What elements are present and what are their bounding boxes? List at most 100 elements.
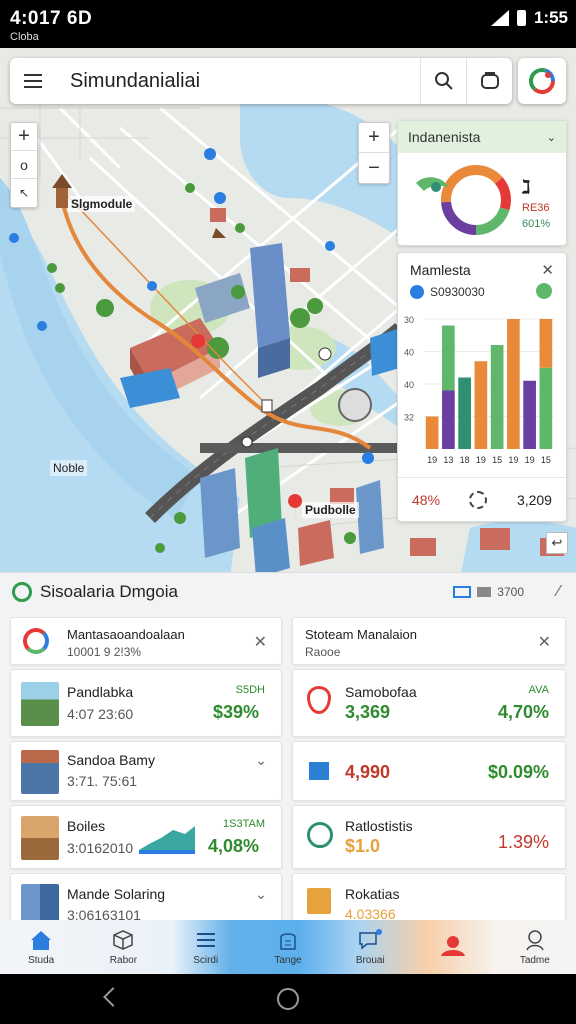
- chevron-down-icon[interactable]: ⌄: [255, 886, 267, 903]
- chevron-down-icon[interactable]: ⌄: [255, 752, 267, 769]
- info-icon: [410, 285, 424, 299]
- status-bar: 4:017 6D Cloba 1:55: [0, 0, 576, 48]
- item-value: 3:06163101: [67, 907, 141, 920]
- list-item[interactable]: Mande Solaring 3:06163101 ⌄: [10, 873, 282, 920]
- grid-icon: [309, 762, 329, 780]
- right-header-card[interactable]: Stoteam Manalaion Raooe ✕: [292, 617, 566, 665]
- nav-label: Brouai: [355, 955, 385, 966]
- bottom-sheet[interactable]: Sisoalaria Dmgoia 3700 ⁄ Mantasaoandoala…: [0, 572, 576, 920]
- menu-button[interactable]: [10, 58, 56, 104]
- nav-item-chat[interactable]: Brouai: [329, 920, 411, 974]
- list-item[interactable]: Boiles 3:0162010 1S3TAM 4,08%: [10, 805, 282, 869]
- item-name: Rokatias: [345, 886, 400, 902]
- chat-icon: [359, 929, 383, 950]
- sparkline-area-icon: [139, 826, 195, 854]
- profile-icon: [526, 930, 544, 951]
- left-header-title: Mantasaoandoalaan: [67, 627, 185, 642]
- chart-bar: [523, 380, 536, 449]
- nav-item-building[interactable]: Tange: [247, 920, 329, 974]
- map-label-point[interactable]: Pudbolle: [302, 502, 359, 518]
- sheet-edit-icon[interactable]: ⁄: [557, 583, 560, 601]
- chart-x-tick: 13: [443, 455, 453, 465]
- nav-item-person[interactable]: [411, 920, 493, 974]
- chart-x-tick: 15: [541, 455, 551, 465]
- chart-bar: [490, 345, 504, 449]
- box-icon: [307, 888, 331, 914]
- item-name: Mande Solaring: [67, 886, 166, 902]
- item-value: 4:07 23:60: [67, 706, 134, 722]
- nav-label: Tange: [274, 955, 302, 966]
- close-icon[interactable]: ✕: [254, 632, 267, 652]
- list-item[interactable]: Pandlabka 4:07 23:60 S5DH $39%: [10, 669, 282, 737]
- item-percent: 1.39%: [497, 832, 549, 852]
- logo-icon: [23, 628, 49, 654]
- list-item[interactable]: 4,990 $0.09%: [292, 741, 566, 801]
- sheet-title: Sisoalaria Dmgoia: [40, 582, 178, 601]
- nav-label: Rabor: [109, 955, 138, 966]
- compass-button[interactable]: ↖: [11, 179, 37, 207]
- map-zoom-controls-right[interactable]: + −: [358, 122, 390, 184]
- item-percent: $39%: [212, 702, 259, 722]
- zoom-in-button-right[interactable]: +: [359, 123, 389, 153]
- search-bar[interactable]: Simundanialiai: [10, 58, 512, 104]
- chart-y-tick: 40: [404, 348, 414, 358]
- list-item[interactable]: Sandoa Bamy 3:71. 75:61 ⌄: [10, 741, 282, 801]
- left-header-sub: 10001 9 2!3%: [67, 645, 142, 659]
- close-icon[interactable]: ✕: [538, 632, 551, 652]
- chart-y-tick: 30: [404, 315, 414, 325]
- close-icon[interactable]: ✕: [541, 261, 554, 279]
- zoom-reset-button[interactable]: o: [11, 151, 37, 179]
- building-icon: [280, 933, 296, 950]
- left-header-card[interactable]: Mantasaoandoalaan 10001 9 2!3% ✕: [10, 617, 282, 665]
- chart-x-tick: 19: [427, 455, 437, 465]
- status-time: 4:017 6D: [10, 8, 93, 29]
- summary-widget[interactable]: Indanenista ⌄ ℷ RE36 601%: [397, 120, 567, 246]
- nav-item-cube[interactable]: Rabor: [82, 920, 164, 974]
- layers-icon: [480, 72, 499, 89]
- nav-item-profile[interactable]: Tadme: [494, 920, 576, 974]
- back-button[interactable]: [103, 987, 123, 1007]
- home-button[interactable]: [277, 988, 299, 1010]
- chart-bar: [474, 361, 488, 449]
- item-name: Sandoa Bamy: [67, 752, 155, 768]
- map-zoom-controls[interactable]: + o ↖: [10, 122, 38, 208]
- chart-x-tick: 18: [460, 455, 470, 465]
- refresh-icon[interactable]: [536, 283, 552, 299]
- chart-bar: [425, 416, 439, 449]
- status-carrier: Cloba: [10, 31, 39, 43]
- system-nav-bar: [0, 974, 576, 1024]
- hamburger-icon: [24, 80, 42, 82]
- list-item[interactable]: Rokatias 4.03366: [292, 873, 566, 920]
- app-logo-button[interactable]: [518, 58, 566, 104]
- map-label-landmark[interactable]: Slgmodule: [68, 196, 136, 212]
- signal-icon: [490, 10, 509, 26]
- layers-button[interactable]: [466, 58, 512, 104]
- summary-stat-percent: 601%: [522, 218, 551, 230]
- chart-widget[interactable]: Mamlesta ✕ S0930030 30 40 40 32 19 13 18 19 15 19…: [397, 252, 567, 522]
- right-header-title: Stoteam Manalaion: [305, 627, 418, 642]
- search-title[interactable]: Simundanialiai: [70, 70, 420, 93]
- home-icon: [31, 931, 52, 950]
- zoom-in-button[interactable]: +: [11, 123, 37, 151]
- status-clock: 1:55: [533, 8, 568, 27]
- expand-button[interactable]: ↩: [546, 532, 568, 554]
- map-label-district[interactable]: Noble: [50, 460, 88, 476]
- bar-chart: 30 40 40 32 19 13 18 19 15 19 19 15: [404, 315, 554, 465]
- app-logo-icon: [529, 68, 555, 94]
- person-icon: [440, 935, 465, 956]
- nav-item-home[interactable]: Studa: [0, 920, 82, 974]
- chart-bar: [539, 319, 553, 368]
- chevron-down-icon[interactable]: ⌄: [547, 131, 556, 144]
- chart-bar: [442, 390, 455, 449]
- item-value: 4,990: [345, 762, 391, 782]
- nav-item-list[interactable]: Scirdi: [165, 920, 247, 974]
- search-button[interactable]: [420, 58, 466, 104]
- item-thumbnail: [21, 816, 59, 860]
- list-item[interactable]: Samobofaa 3,369 AVA 4,70%: [292, 669, 566, 737]
- list-item[interactable]: Ratlostistis $1.0 1.39%: [292, 805, 566, 869]
- item-value: 4.03366: [345, 906, 396, 920]
- battery-card-icon: [453, 586, 472, 598]
- zoom-out-button-right[interactable]: −: [359, 153, 389, 183]
- chart-bar: [539, 367, 553, 449]
- battery-icon: [516, 10, 526, 26]
